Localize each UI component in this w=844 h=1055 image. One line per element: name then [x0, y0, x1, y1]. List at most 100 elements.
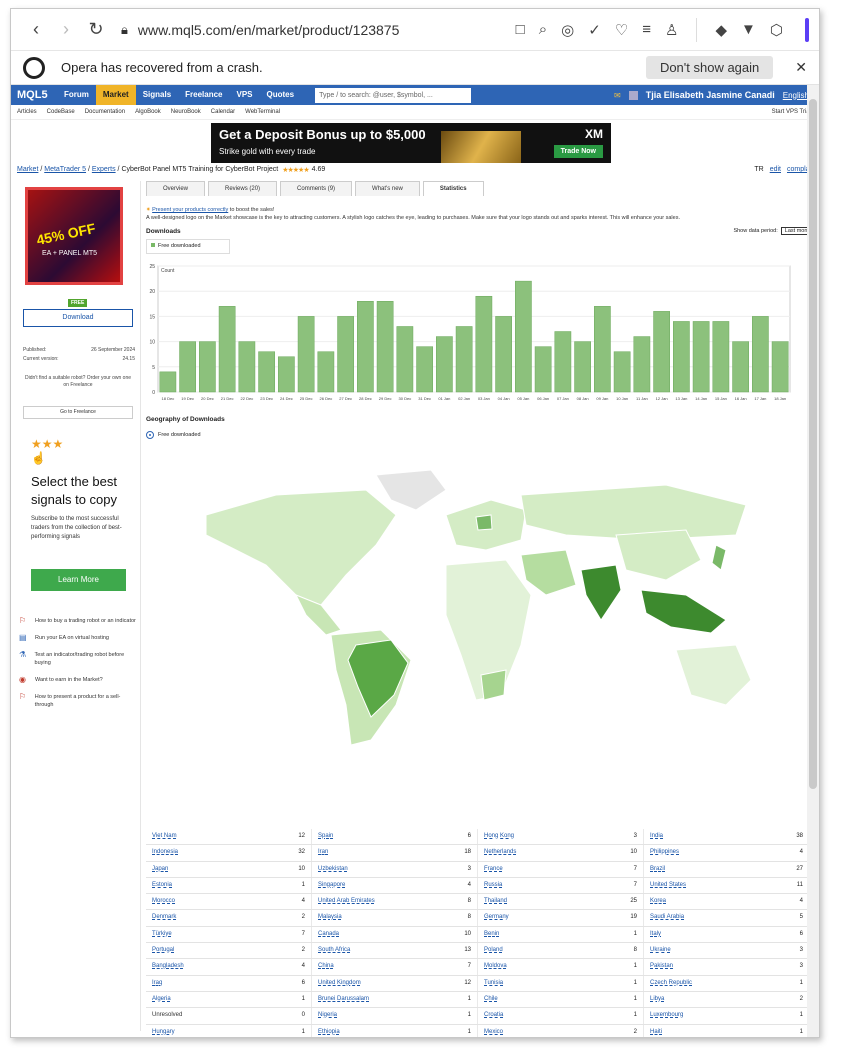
country-name[interactable]: Netherlands — [484, 845, 516, 860]
account-icon[interactable]: ♙ — [665, 21, 678, 39]
shield-check-icon[interactable]: ✓ — [588, 21, 601, 39]
country-name[interactable]: Indonesia — [152, 845, 178, 860]
subnav-codebase[interactable]: CodeBase — [47, 109, 75, 115]
chart-bar[interactable] — [317, 351, 335, 393]
nav-forum[interactable]: Forum — [57, 85, 96, 105]
chart-bar[interactable] — [673, 321, 690, 393]
chart-bar[interactable] — [475, 295, 493, 393]
chart-bar[interactable] — [534, 346, 552, 393]
chart-bar[interactable] — [337, 316, 354, 393]
chart-bar[interactable] — [633, 336, 651, 393]
tab-statistics[interactable]: Statistics — [422, 181, 484, 196]
country-name[interactable]: Libya — [650, 992, 664, 1007]
how-item-test[interactable]: ⚗ Test an indicator/trading robot before … — [19, 651, 137, 667]
chart-bar[interactable] — [258, 351, 275, 393]
country-name[interactable]: Singapore — [318, 878, 345, 893]
country-name[interactable]: Nigeria — [318, 1008, 337, 1023]
how-item-earn[interactable]: ◉ Want to earn in the Market? — [19, 676, 137, 684]
go-to-freelance-button[interactable]: Go to Freelance — [23, 406, 133, 419]
how-item-present[interactable]: ⚐ How to present a product for a sell-thr… — [19, 693, 137, 709]
chart-bar[interactable] — [732, 341, 749, 393]
camera-icon[interactable]: ◎ — [561, 21, 574, 39]
learn-more-button[interactable]: Learn More — [31, 569, 126, 591]
product-image[interactable]: 45% OFF EA + PANEL MT5 — [25, 187, 123, 285]
forward-icon[interactable]: › — [51, 19, 81, 40]
adblock-icon[interactable]: ▼ — [741, 21, 756, 38]
country-name[interactable]: Viet Nam — [152, 829, 177, 844]
chart-bar[interactable] — [357, 301, 374, 393]
country-name[interactable]: Brunei Darussalam — [318, 992, 369, 1007]
tab-overview[interactable]: Overview — [146, 181, 206, 196]
country-name[interactable]: Thailand — [484, 894, 507, 909]
chart-bar[interactable] — [515, 280, 532, 393]
country-name[interactable]: Czech Republic — [650, 976, 692, 991]
tab-whats-new[interactable]: What's new — [355, 181, 420, 196]
country-name[interactable]: Canada — [318, 927, 339, 942]
country-name[interactable]: Türkiye — [152, 927, 172, 942]
tr-selector[interactable]: TR — [754, 166, 763, 173]
nav-freelance[interactable]: Freelance — [178, 85, 229, 105]
tab-comments[interactable]: Comments (9) — [280, 181, 353, 196]
country-name[interactable]: Portugal — [152, 943, 174, 958]
country-name[interactable]: Italy — [650, 927, 661, 942]
scrollbar-thumb[interactable] — [809, 99, 817, 789]
chart-bar[interactable] — [712, 321, 730, 393]
country-name[interactable]: Spain — [318, 829, 333, 844]
trade-now-button[interactable]: Trade Now — [553, 145, 603, 158]
chart-bar[interactable] — [594, 306, 611, 393]
world-map[interactable] — [146, 455, 806, 785]
country-name[interactable]: Hungary — [152, 1025, 175, 1037]
crumb-experts[interactable]: Experts — [92, 166, 116, 173]
user-name[interactable]: Tjia Elisabeth Jasmine Canadi — [646, 90, 775, 100]
chart-bar[interactable] — [653, 311, 670, 393]
chart-bar[interactable] — [455, 326, 473, 393]
country-name[interactable]: Luxembourg — [650, 1008, 683, 1023]
nav-signals[interactable]: Signals — [136, 85, 178, 105]
country-name[interactable]: China — [318, 959, 334, 974]
present-products-link[interactable]: Present your products correctly — [152, 207, 228, 213]
chart-bar[interactable] — [436, 336, 453, 393]
chart-bar[interactable] — [574, 341, 591, 393]
chart-bar[interactable] — [238, 341, 256, 393]
country-name[interactable]: Malaysia — [318, 910, 342, 925]
edit-link[interactable]: edit — [770, 166, 781, 173]
country-name[interactable]: France — [484, 862, 503, 877]
downloads-legend[interactable]: Free downloaded — [146, 239, 230, 254]
country-name[interactable]: Brazil — [650, 862, 665, 877]
country-name[interactable]: Ukraine — [650, 943, 671, 958]
reload-icon[interactable]: ↻ — [81, 19, 111, 40]
chart-bar[interactable] — [278, 356, 295, 393]
country-name[interactable]: Chile — [484, 992, 498, 1007]
country-name[interactable]: Benin — [484, 927, 499, 942]
country-name[interactable]: United States — [650, 878, 686, 893]
country-name[interactable]: Tunisia — [484, 976, 503, 991]
back-icon[interactable]: ‹ — [21, 19, 51, 40]
nav-quotes[interactable]: Quotes — [260, 85, 302, 105]
country-name[interactable]: Estonia — [152, 878, 172, 893]
address-bar[interactable]: 🔒︎ www.mql5.com/en/market/product/123875 — [121, 22, 516, 38]
country-name[interactable]: Germany — [484, 910, 509, 925]
crumb-mt5[interactable]: MetaTrader 5 — [44, 166, 86, 173]
country-name[interactable]: Haiti — [650, 1025, 662, 1037]
vpn-icon[interactable]: ◆ — [715, 21, 727, 39]
country-name[interactable]: Ethiopia — [318, 1025, 340, 1037]
country-name[interactable]: India — [650, 829, 663, 844]
country-name[interactable]: Philippines — [650, 845, 679, 860]
dont-show-again-button[interactable]: Don't show again — [645, 56, 774, 79]
country-name[interactable]: Iran — [318, 845, 328, 860]
reader-icon[interactable]: □ — [516, 21, 525, 38]
chart-bar[interactable] — [495, 316, 512, 393]
country-name[interactable]: Russia — [484, 878, 502, 893]
country-name[interactable]: South Africa — [318, 943, 350, 958]
country-name[interactable]: Uzbekistan — [318, 862, 348, 877]
subnav-webterminal[interactable]: WebTerminal — [245, 109, 280, 115]
subnav-neurobook[interactable]: NeuroBook — [171, 109, 201, 115]
country-name[interactable]: Korea — [650, 894, 666, 909]
country-name[interactable]: Croatia — [484, 1008, 503, 1023]
country-name[interactable]: Algeria — [152, 992, 171, 1007]
country-name[interactable]: Bangladesh — [152, 959, 184, 974]
easy-setup-icon[interactable]: ≡ — [642, 21, 651, 38]
subnav-algobook[interactable]: AlgoBook — [135, 109, 161, 115]
country-name[interactable]: Morocco — [152, 894, 175, 909]
site-search-input[interactable]: Type / to search: @user, $symbol, ... — [315, 87, 472, 103]
